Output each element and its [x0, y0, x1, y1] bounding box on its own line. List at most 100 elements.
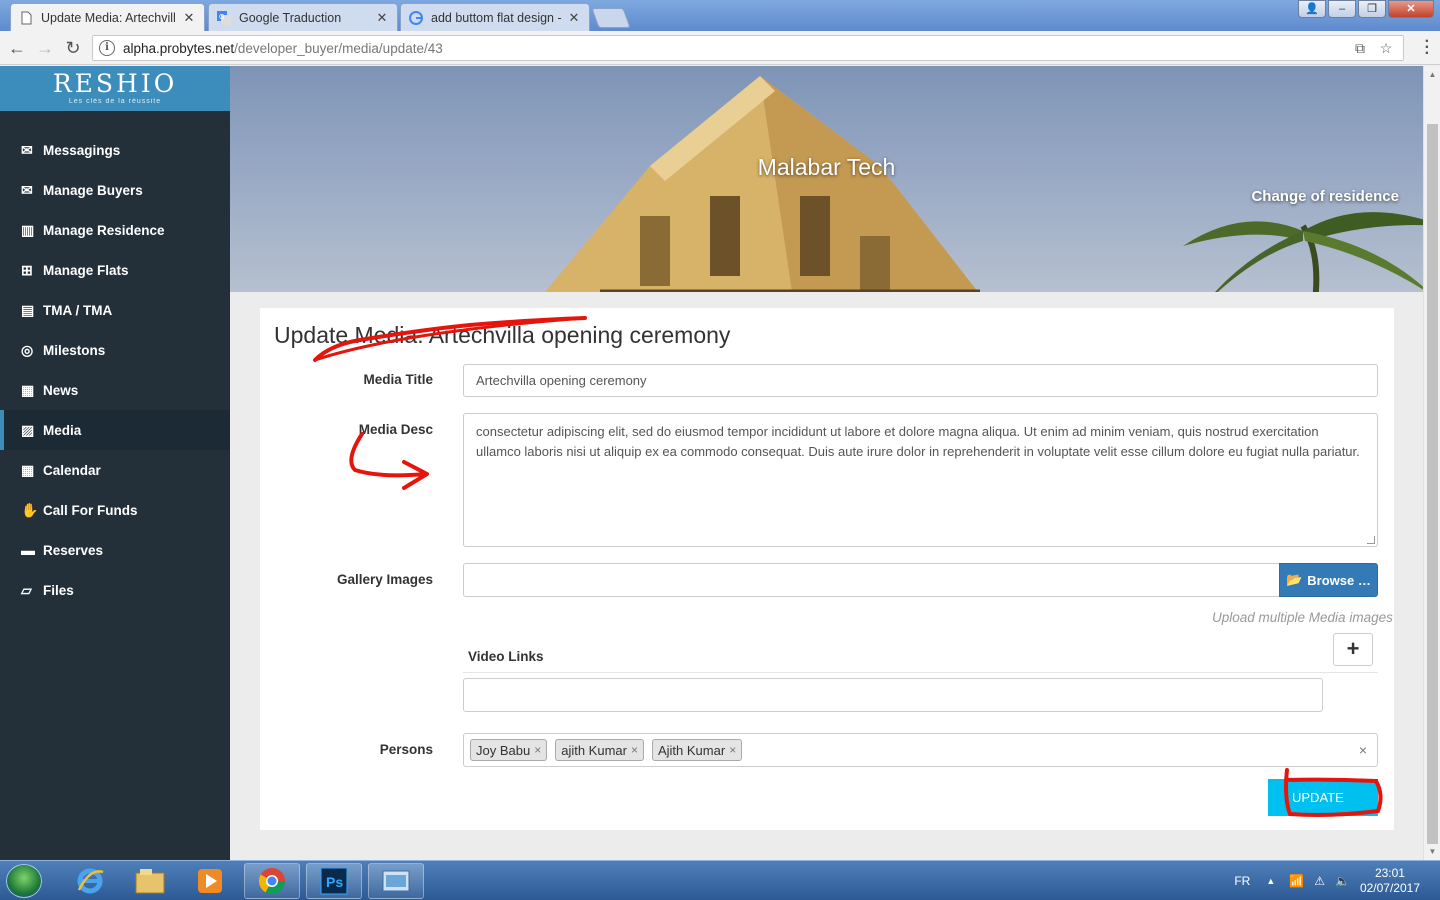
sidebar-item-files[interactable]: ▱ Files: [0, 570, 230, 610]
clock-time: 23:01: [1374, 866, 1405, 880]
sidebar-item-calendar[interactable]: ▦ Calendar: [0, 450, 230, 490]
internet-explorer-icon[interactable]: [62, 863, 118, 899]
scrollbar-thumb[interactable]: [1427, 124, 1438, 844]
logo[interactable]: RESHIO Les clés de la réussite: [0, 66, 230, 111]
envelope-icon: ✉: [21, 181, 33, 198]
show-hidden-icons-icon[interactable]: ▲: [1266, 876, 1275, 886]
sidebar-item-tma[interactable]: ▤ TMA / TMA: [0, 290, 230, 330]
persons-select[interactable]: Joy Babu × ajith Kumar × Ajith Kumar × ×: [463, 733, 1378, 767]
sidebar-item-label: TMA / TMA: [43, 302, 113, 318]
new-tab-button[interactable]: [591, 8, 631, 28]
network-warning-icon[interactable]: ⚠: [1314, 874, 1325, 888]
video-link-input[interactable]: [463, 678, 1323, 712]
remove-tag-icon[interactable]: ×: [729, 743, 736, 757]
clear-all-icon[interactable]: ×: [1359, 742, 1367, 758]
sidebar-item-news[interactable]: ▦ News: [0, 370, 230, 410]
sidebar-menu: ✉ Messagings ✉ Manage Buyers ▥ Manage Resid…: [0, 130, 230, 610]
svg-text:G: G: [219, 14, 224, 21]
google-translate-icon: G: [217, 10, 231, 25]
page-scrollbar[interactable]: ▲ ▼: [1423, 66, 1440, 860]
update-media-form: Update Media: Artechvilla opening ceremo…: [260, 308, 1394, 830]
clock[interactable]: 23:01 02/07/2017: [1360, 866, 1420, 896]
user-icon[interactable]: 👤: [1298, 0, 1326, 18]
media-desc-textarea[interactable]: consectetur adipiscing elit, sed do eius…: [463, 413, 1378, 547]
sidebar-item-media[interactable]: ▨ Media: [0, 410, 230, 450]
close-tab-icon[interactable]: ✕: [182, 10, 196, 26]
browse-button[interactable]: 📂 Browse …: [1279, 563, 1378, 597]
logo-tagline: Les clés de la réussite: [68, 98, 162, 105]
address-bar[interactable]: i alpha.probytes.net/developer_buyer/med…: [92, 35, 1404, 61]
windows-taskbar: Ps FR ▲ 📶 ⚠ 🔈 23:01 02/07/2017: [0, 860, 1440, 900]
photoshop-icon[interactable]: Ps: [306, 863, 362, 899]
sidebar-item-manage-flats[interactable]: ⊞ Manage Flats: [0, 250, 230, 290]
menu-dots-icon[interactable]: · · ·: [1425, 34, 1430, 62]
calendar-icon: ▦: [21, 461, 35, 478]
hero-subtitle[interactable]: Change of residence: [1251, 188, 1399, 205]
add-video-link-button[interactable]: +: [1333, 633, 1373, 666]
reload-icon[interactable]: ↻: [62, 37, 84, 59]
url-text: alpha.probytes.net/developer_buyer/media…: [123, 40, 443, 56]
sidebar-item-messagings[interactable]: ✉ Messagings: [0, 130, 230, 170]
screenshot-tool-icon[interactable]: [368, 863, 424, 899]
translate-icon[interactable]: ⧉: [1351, 39, 1369, 57]
person-tag-label: Joy Babu: [476, 742, 531, 758]
scroll-up-icon[interactable]: ▲: [1424, 70, 1440, 79]
divider: [463, 672, 1378, 673]
google-icon: [409, 10, 423, 25]
sidebar-item-call-for-funds[interactable]: ✋ Call For Funds: [0, 490, 230, 530]
network-signal-icon[interactable]: 📶: [1289, 874, 1304, 888]
update-button[interactable]: UPDATE: [1268, 779, 1378, 816]
info-icon[interactable]: i: [99, 40, 115, 56]
logo-text: RESHIO: [52, 69, 178, 98]
tab-google-traduction[interactable]: G Google Traduction ✕: [208, 3, 398, 31]
building-question-icon: ▤: [21, 301, 35, 318]
address-toolbar: ← → ↻ i alpha.probytes.net/developer_buy…: [0, 31, 1440, 65]
volume-icon[interactable]: 🔈: [1335, 874, 1350, 888]
image-icon: ▨: [21, 421, 35, 438]
tab-update-media[interactable]: Update Media: Artechvill ✕: [10, 3, 205, 31]
sidebar-item-reserves[interactable]: ▬ Reserves: [0, 530, 230, 570]
newspaper-icon: ▦: [21, 381, 35, 398]
restore-button[interactable]: ❐: [1358, 0, 1386, 18]
sidebar-item-label: Files: [43, 582, 74, 598]
sidebar-item-milestons[interactable]: ◎ Milestons: [0, 330, 230, 370]
person-tag: Joy Babu ×: [470, 739, 548, 761]
svg-text:Ps: Ps: [326, 874, 343, 890]
close-window-button[interactable]: ✕: [1388, 0, 1434, 18]
close-tab-icon[interactable]: ✕: [375, 10, 389, 26]
back-arrow-icon[interactable]: ←: [6, 37, 28, 59]
chrome-icon[interactable]: [244, 863, 300, 899]
person-tag: Ajith Kumar ×: [651, 739, 743, 761]
media-title-input[interactable]: Artechvilla opening ceremony: [463, 364, 1378, 397]
gallery-file-input[interactable]: [463, 563, 1280, 597]
resize-grip-icon[interactable]: [1367, 536, 1375, 544]
minimize-button[interactable]: –: [1328, 0, 1356, 18]
file-explorer-icon[interactable]: [122, 863, 178, 899]
sidebar-item-manage-buyers[interactable]: ✉ Manage Buyers: [0, 170, 230, 210]
person-tag: ajith Kumar ×: [555, 739, 644, 761]
scroll-down-icon[interactable]: ▼: [1424, 847, 1440, 856]
main-content: Malabar Tech Change of residence Update …: [230, 66, 1423, 860]
language-indicator[interactable]: FR: [1234, 874, 1250, 888]
hero-title: Malabar Tech: [757, 154, 896, 180]
tab-label: Update Media: Artechvill: [41, 10, 176, 25]
folder-icon: ▱: [21, 581, 32, 598]
start-button[interactable]: [6, 864, 42, 898]
page-title: Update Media: Artechvilla opening ceremo…: [274, 322, 731, 348]
close-tab-icon[interactable]: ✕: [567, 10, 581, 26]
media-title-label: Media Title: [363, 372, 433, 387]
remove-tag-icon[interactable]: ×: [631, 743, 638, 757]
persons-label: Persons: [379, 742, 433, 757]
sidebar-item-manage-residence[interactable]: ▥ Manage Residence: [0, 210, 230, 250]
sidebar-item-label: Messagings: [43, 142, 121, 158]
forward-arrow-icon[interactable]: →: [34, 37, 56, 59]
person-tag-label: ajith Kumar: [561, 742, 627, 758]
funds-icon: ✋: [21, 501, 39, 518]
page-icon: [21, 11, 32, 24]
folder-open-icon: 📂: [1286, 572, 1303, 587]
remove-tag-icon[interactable]: ×: [534, 743, 541, 757]
star-icon[interactable]: ☆: [1377, 39, 1395, 57]
tab-google-search[interactable]: add buttom flat design - ✕: [400, 3, 590, 31]
media-player-icon[interactable]: [182, 863, 238, 899]
sidebar: RESHIO Les clés de la réussite ✉ Messagin…: [0, 66, 230, 860]
